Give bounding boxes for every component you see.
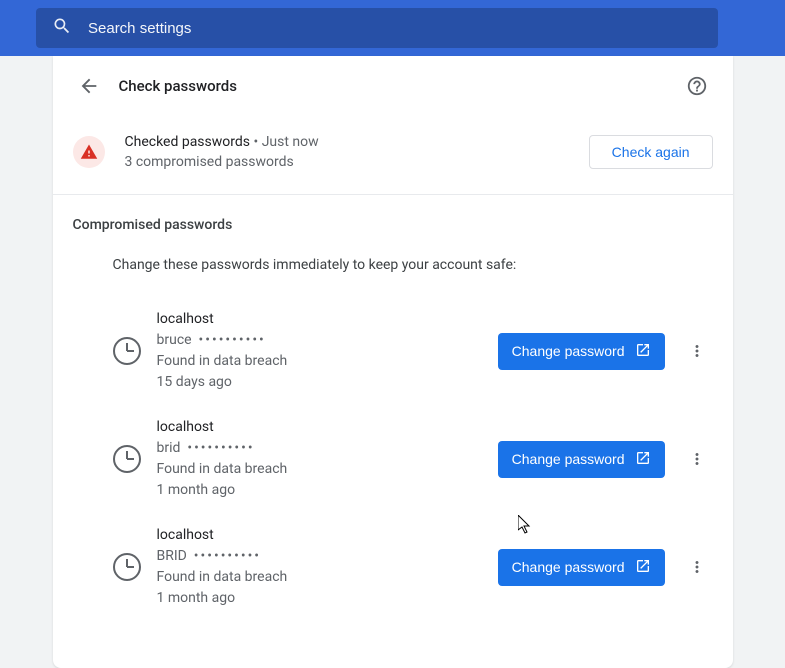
password-age: 1 month ago [157,480,482,501]
password-site: localhost [157,309,482,330]
password-breach: Found in data breach [157,351,482,372]
check-again-button[interactable]: Check again [589,135,713,169]
change-password-label: Change password [512,451,625,467]
back-button[interactable] [73,70,105,102]
search-icon [52,16,72,40]
status-separator: • [253,134,258,150]
status-time: Just now [262,134,319,150]
password-breach: Found in data breach [157,567,482,588]
change-password-button[interactable]: Change password [498,441,665,478]
page-title: Check passwords [119,77,681,95]
status-heading: Checked passwords [125,134,251,150]
status-text: Checked passwords • Just now 3 compromis… [125,134,569,170]
password-username: BRID •••••••••• [157,546,482,567]
card-header: Check passwords [53,56,733,134]
more-options-button[interactable] [681,443,713,475]
search-input[interactable] [88,20,702,37]
password-row: localhostBRID ••••••••••Found in data br… [73,513,713,621]
settings-card: Check passwords Checked passwords • Just… [53,56,733,668]
top-bar [0,0,785,56]
open-external-icon [635,450,651,469]
open-external-icon [635,342,651,361]
password-info: localhostBRID ••••••••••Found in data br… [157,525,482,609]
password-info: localhostbrid ••••••••••Found in data br… [157,417,482,501]
warning-icon [73,136,105,168]
clock-icon [113,337,141,365]
change-password-button[interactable]: Change password [498,333,665,370]
status-summary: 3 compromised passwords [125,154,569,170]
change-password-label: Change password [512,559,625,575]
password-row: localhostbruce ••••••••••Found in data b… [73,297,713,405]
more-options-button[interactable] [681,551,713,583]
password-info: localhostbruce ••••••••••Found in data b… [157,309,482,393]
section-subtitle: Change these passwords immediately to ke… [113,257,713,273]
password-site: localhost [157,417,482,438]
help-button[interactable] [681,70,713,102]
password-username: brid •••••••••• [157,438,482,459]
section-title: Compromised passwords [73,217,713,233]
clock-icon [113,445,141,473]
password-breach: Found in data breach [157,459,482,480]
password-age: 1 month ago [157,588,482,609]
open-external-icon [635,558,651,577]
search-box[interactable] [36,8,718,48]
change-password-label: Change password [512,343,625,359]
compromised-section: Compromised passwords Change these passw… [53,195,733,621]
change-password-button[interactable]: Change password [498,549,665,586]
clock-icon [113,553,141,581]
password-row: localhostbrid ••••••••••Found in data br… [73,405,713,513]
password-username: bruce •••••••••• [157,330,482,351]
status-row: Checked passwords • Just now 3 compromis… [53,134,733,194]
password-site: localhost [157,525,482,546]
more-options-button[interactable] [681,335,713,367]
password-age: 15 days ago [157,372,482,393]
